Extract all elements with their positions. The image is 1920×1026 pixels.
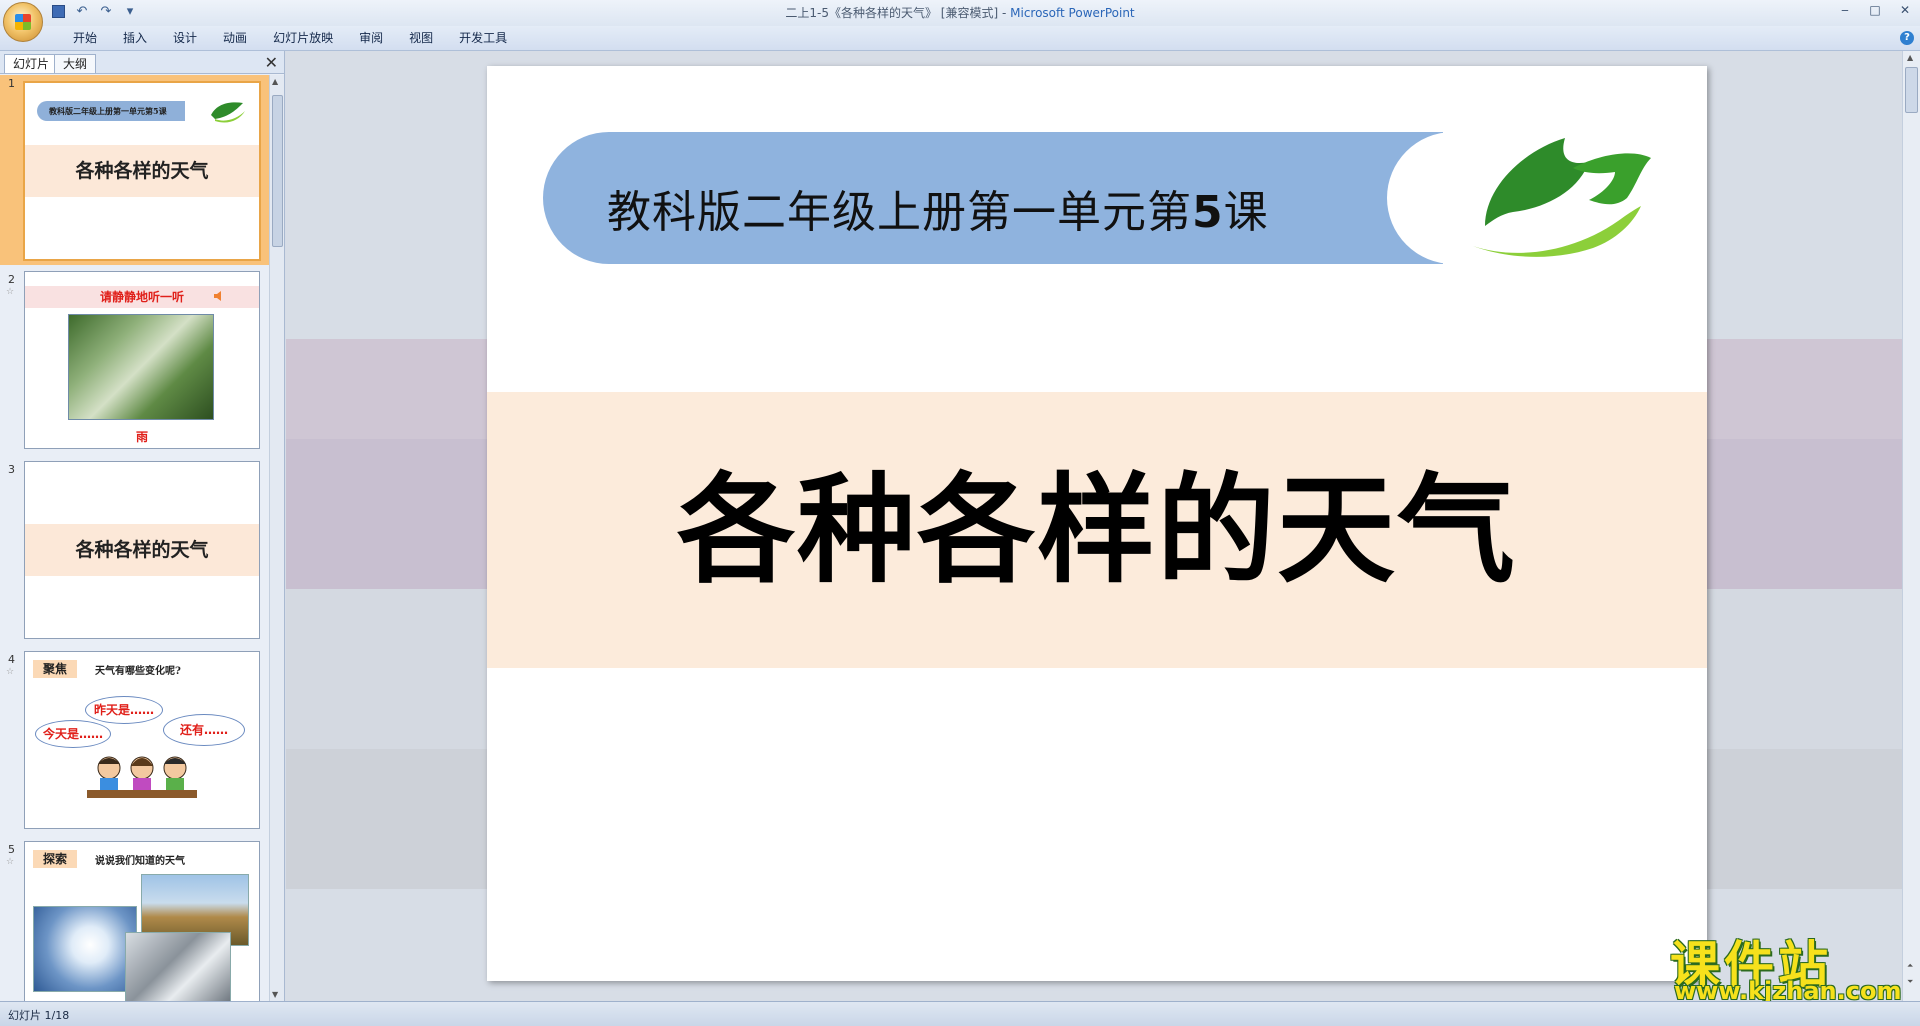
thumbnail-4[interactable]: 聚焦 天气有哪些变化呢? 昨天是…… 今天是…… 还有…… [24,651,260,829]
thumbnail-number: 2 [8,273,15,286]
course-label[interactable]: 教科版二年级上册第一单元第5课 [607,176,1269,240]
tab-view[interactable]: 视图 [396,30,446,46]
current-slide[interactable]: 教科版二年级上册第一单元第5课 各种各样的天气 [487,66,1707,981]
scroll-up-icon[interactable]: ▲ [1907,53,1913,62]
scrollbar-thumb[interactable] [272,95,283,247]
ribbon-tabs: 开始 插入 设计 动画 幻灯片放映 审阅 视图 开发工具 [60,30,520,46]
thumbnail-row-1[interactable]: 1 教科版二年级上册第一单元第5课 各种各样的天气 [0,75,270,265]
course-suffix: 课 [1223,187,1269,238]
thumbnail-number: 4 [8,653,15,666]
pane-close-icon[interactable]: ✕ [265,53,278,72]
thumbnail-title: 各种各样的天气 [25,524,259,576]
thought-bubble: 昨天是…… [85,696,163,724]
maximize-icon: □ [1869,3,1881,17]
thumbnail-list: 1 教科版二年级上册第一单元第5课 各种各样的天气 2 ☆ 请静静地听一听 雨 [0,75,270,1001]
thumbnail-question: 说说我们知道的天气 [95,856,185,867]
thought-bubble: 今天是…… [35,720,111,748]
thumbnail-row-3[interactable]: 3 各种各样的天气 [0,461,270,651]
thumbnail-1[interactable]: 教科版二年级上册第一单元第5课 各种各样的天气 [23,81,261,261]
slides-pane: 幻灯片 大纲 ✕ 1 教科版二年级上册第一单元第5课 各种各样的天气 2 ☆ 请… [0,51,285,1001]
thumbnail-caption: 雨 [135,430,148,444]
tab-home[interactable]: 开始 [60,30,110,46]
window-title: 二上1-5《各种各样的天气》 [兼容模式] - Microsoft PowerP… [0,4,1920,21]
speaker-icon [214,291,221,301]
scroll-down-icon[interactable]: ▼ [272,990,278,999]
tab-animations[interactable]: 动画 [210,30,260,46]
tab-review[interactable]: 审阅 [346,30,396,46]
tab-outline[interactable]: 大纲 [54,54,97,73]
slide-counter: 幻灯片 1/18 [8,1009,70,1022]
thumbnail-row-5[interactable]: 5 ☆ 探索 说说我们知道的天气 [0,841,270,1001]
ribbon: 开始 插入 设计 动画 幻灯片放映 审阅 视图 开发工具 ? [0,26,1920,51]
slide-title[interactable]: 各种各样的天气 [487,392,1707,668]
thumbnail-row-2[interactable]: 2 ☆ 请静静地听一听 雨 [0,271,270,461]
animation-star-icon: ☆ [6,667,15,677]
thumbnail-tag: 探索 [33,850,78,868]
thumbnail-number: 5 [8,843,15,856]
thumbnail-title: 各种各样的天气 [25,145,259,197]
window-title-app: Microsoft PowerPoint [1010,6,1135,20]
animation-star-icon: ☆ [6,857,15,867]
tab-slideshow[interactable]: 幻灯片放映 [260,30,346,46]
tab-design[interactable]: 设计 [160,30,210,46]
scroll-up-icon[interactable]: ▲ [272,77,278,86]
maximize-button[interactable]: □ [1860,0,1890,20]
status-bar: 幻灯片 1/18 [0,1001,1920,1026]
thumbnail-tag: 聚焦 [33,660,78,678]
title-bar: ↶ ↷ ▾ 二上1-5《各种各样的天气》 [兼容模式] - Microsoft … [0,0,1920,26]
thumbnail-5[interactable]: 探索 说说我们知道的天气 [24,841,260,1001]
thumbnail-2[interactable]: 请静静地听一听 雨 [24,271,260,449]
thumbnail-banner: 教科版二年级上册第一单元第5课 [37,101,185,121]
thumbnail-number: 3 [8,463,15,476]
close-button[interactable]: ✕ [1890,0,1920,20]
course-text: 教科版二年级上册第一单元第 [607,187,1192,238]
scrollbar-thumb[interactable] [1905,67,1918,113]
sky-photo [33,906,137,992]
children-illustration [87,756,197,798]
animation-star-icon: ☆ [6,287,15,297]
tab-developer[interactable]: 开发工具 [446,30,520,46]
pane-tabs: 幻灯片 大纲 ✕ [0,51,284,74]
course-number: 5 [1192,187,1224,238]
tab-slides[interactable]: 幻灯片 [4,54,59,73]
help-icon[interactable]: ? [1900,31,1914,45]
window-controls: ‒ □ ✕ [1830,0,1920,20]
office-logo-icon [15,14,31,30]
snow-photo [125,932,231,1001]
thumbnail-question: 天气有哪些变化呢? [95,666,181,677]
thumbnail-number: 1 [8,77,15,90]
office-button[interactable] [3,2,43,42]
tab-insert[interactable]: 插入 [110,30,160,46]
minimize-icon: ‒ [1841,3,1849,17]
thumbnail-scrollbar[interactable]: ▲ ▼ [269,75,284,1001]
leaf-logo-icon [211,102,245,123]
leaf-logo-icon [1473,138,1651,257]
window-title-doc: 二上1-5《各种各样的天气》 [兼容模式] - [785,6,1011,20]
thumbnail-3[interactable]: 各种各样的天气 [24,461,260,639]
slide-scrollbar[interactable]: ▲ ⏶ ⏷ [1902,51,1920,1001]
thumbnail-row-4[interactable]: 4 ☆ 聚焦 天气有哪些变化呢? 昨天是…… 今天是…… 还有…… [0,651,270,841]
minimize-button[interactable]: ‒ [1830,0,1860,20]
rain-photo [68,314,214,420]
thought-bubble: 还有…… [163,714,245,746]
watermark: 课件站 www.kjzhan.com [1670,925,1910,1005]
close-icon: ✕ [1899,3,1911,17]
